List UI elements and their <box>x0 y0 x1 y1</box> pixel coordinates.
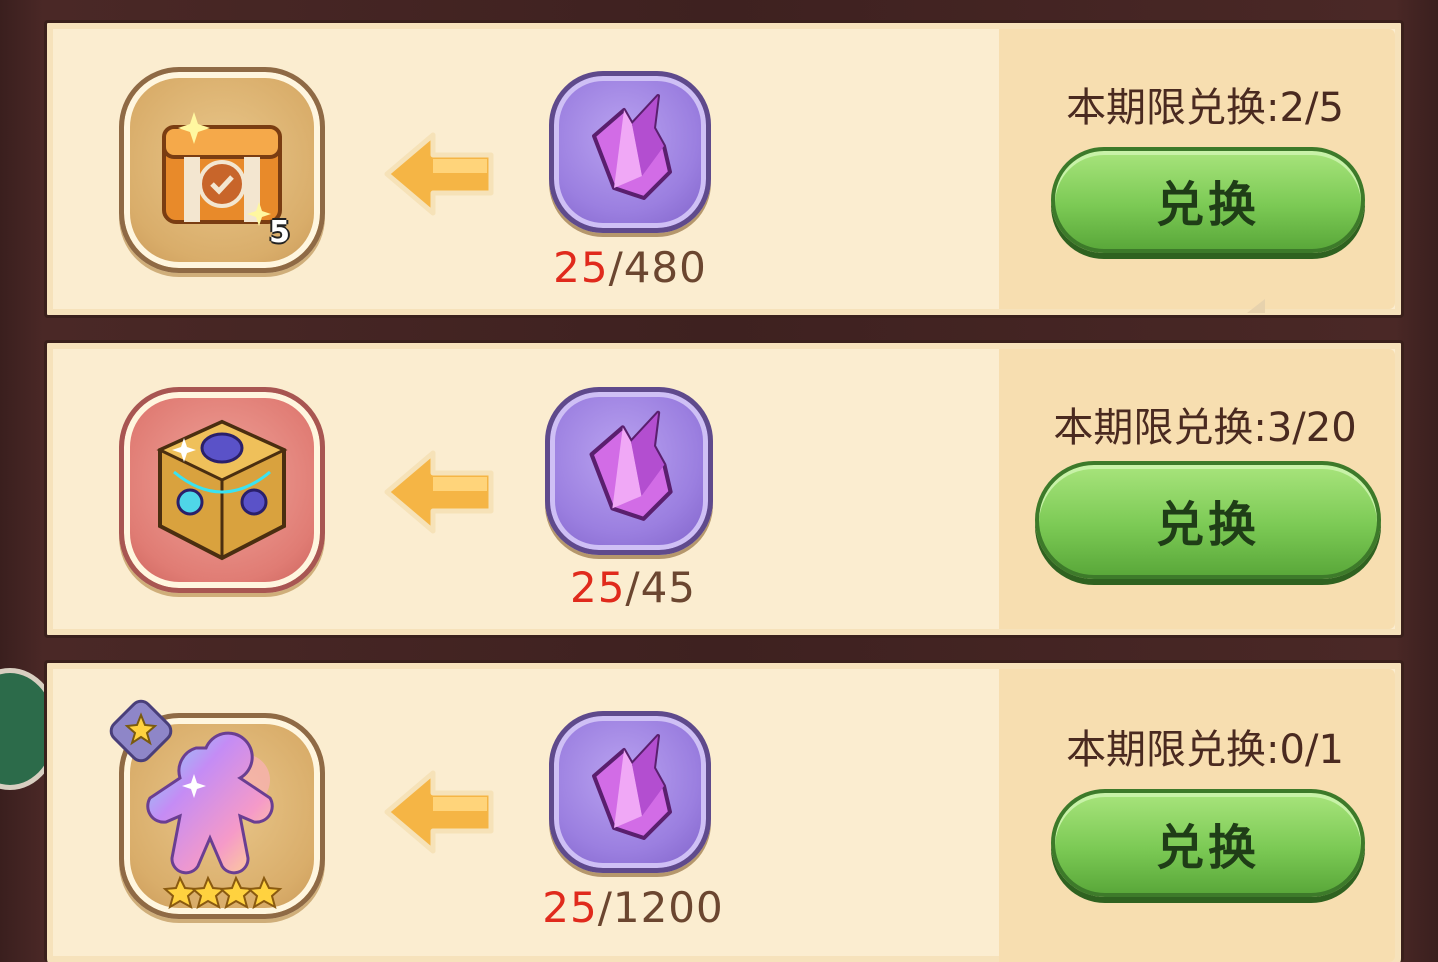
owned-amount: 25 <box>553 243 609 292</box>
cost-text: 25/1200 <box>513 883 753 932</box>
exchange-button-label: 兑换 <box>1155 820 1260 876</box>
required-amount: /480 <box>608 243 707 292</box>
corner-fold <box>1247 299 1265 313</box>
exchange-limit-text: 本期限兑换:0/1 <box>1066 727 1344 773</box>
owned-amount: 25 <box>542 883 598 932</box>
currency-slot <box>549 71 711 233</box>
purple-crystal-icon <box>592 94 672 200</box>
exchange-button[interactable]: 兑换 <box>1035 461 1381 579</box>
cost-text: 25/480 <box>510 243 750 292</box>
exchange-limit-text: 本期限兑换:3/20 <box>1053 405 1357 451</box>
cost-text: 25/45 <box>513 563 753 612</box>
required-amount: /45 <box>625 563 697 612</box>
arrow-left-icon <box>384 450 494 534</box>
arrow-left-icon <box>384 770 494 854</box>
exchange-button[interactable]: 兑换 <box>1051 147 1365 253</box>
element-badge-icon <box>109 699 173 763</box>
reward-slot[interactable]: 5 <box>119 67 325 273</box>
exchange-button-label: 兑换 <box>1155 497 1260 553</box>
exchange-row: 25/1200 本期限兑换:0/1 兑换 <box>44 660 1404 962</box>
exchange-limit-text: 本期限兑换:2/5 <box>1066 85 1344 131</box>
exchange-button-label: 兑换 <box>1155 177 1260 233</box>
currency-slot <box>549 711 711 873</box>
reward-slot[interactable] <box>119 387 325 593</box>
purple-crystal-icon <box>589 410 673 521</box>
owned-amount: 25 <box>569 563 626 612</box>
required-amount: /1200 <box>597 883 724 932</box>
exchange-button[interactable]: 兑换 <box>1051 789 1365 897</box>
treasure-chest-icon <box>162 112 282 226</box>
purple-crystal-icon <box>592 734 672 840</box>
reward-count: 5 <box>269 215 290 250</box>
currency-slot <box>545 387 713 555</box>
arrow-left-icon <box>384 132 494 216</box>
exchange-row: 25/45 本期限兑换:3/20 兑换 <box>44 340 1404 638</box>
jewel-cube-chest-icon <box>156 419 288 561</box>
exchange-row: 5 25/480 本期限兑换:2/5 兑换 <box>44 20 1404 318</box>
